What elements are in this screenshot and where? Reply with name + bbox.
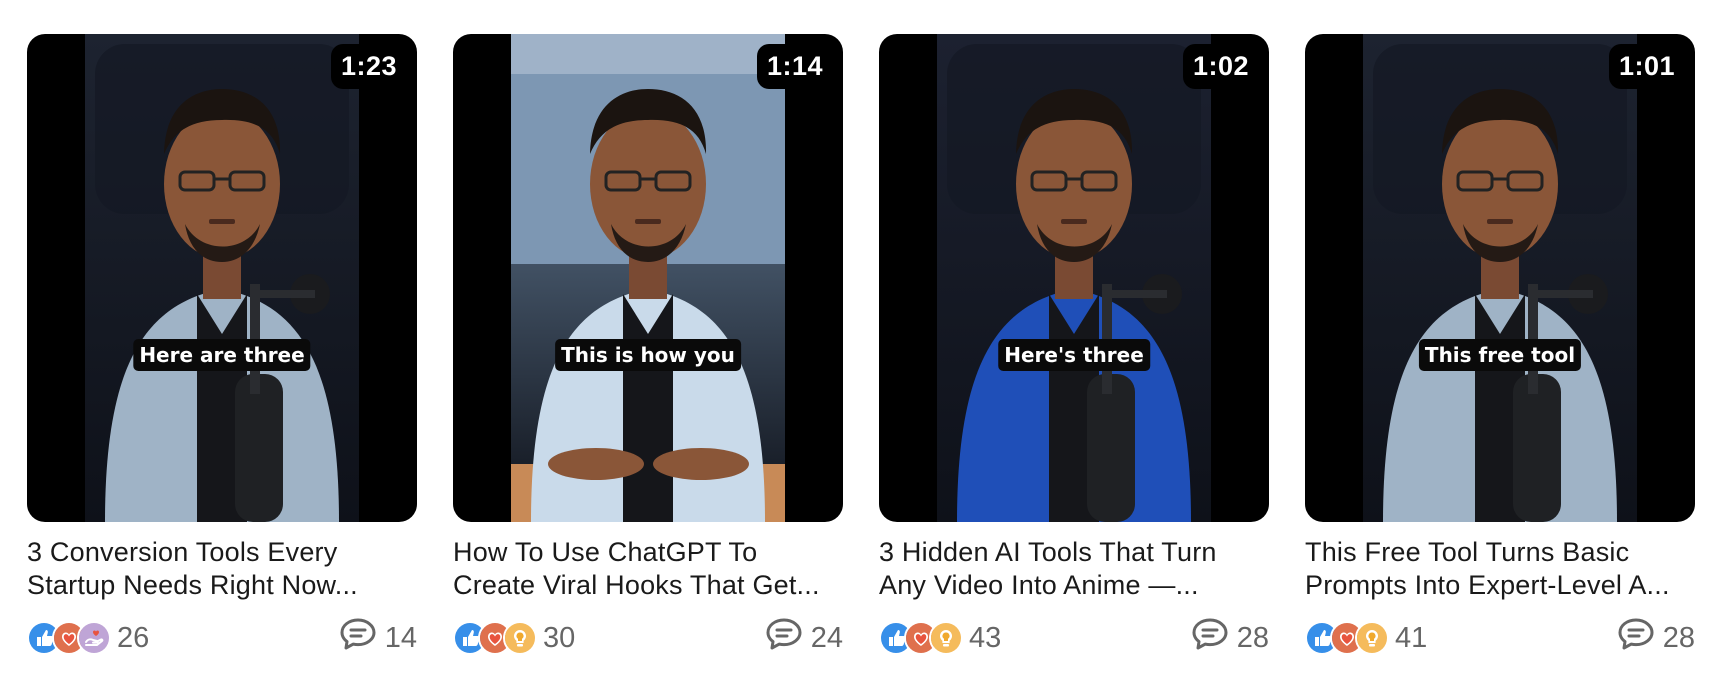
- insightful-icon: [929, 621, 963, 655]
- reaction-icons: [453, 621, 537, 655]
- video-thumbnail[interactable]: 1:23 Here are three: [27, 34, 417, 522]
- reaction-icons: [879, 621, 963, 655]
- comment-count: 28: [1236, 621, 1269, 654]
- video-caption: This is how you: [555, 339, 741, 371]
- video-card[interactable]: 1:02 Here's three 3 Hidden AI Tools That…: [879, 34, 1269, 656]
- video-frame: [937, 34, 1211, 522]
- comment-icon: [1617, 617, 1663, 659]
- reaction-count: 26: [117, 621, 150, 654]
- video-title[interactable]: 3 Hidden AI Tools That Turn Any Video In…: [879, 536, 1269, 602]
- video-title[interactable]: This Free Tool Turns Basic Prompts Into …: [1305, 536, 1695, 602]
- engagement-bar: 26 14: [27, 617, 417, 659]
- reactions-summary[interactable]: 26: [27, 621, 149, 655]
- comments-summary[interactable]: 14: [339, 617, 417, 659]
- reactions-summary[interactable]: 41: [1305, 621, 1427, 655]
- reactions-summary[interactable]: 30: [453, 621, 575, 655]
- comment-icon: [765, 617, 811, 659]
- duration-badge: 1:02: [1182, 44, 1259, 89]
- insightful-icon: [1355, 621, 1389, 655]
- video-caption: Here's three: [998, 339, 1150, 371]
- engagement-bar: 41 28: [1305, 617, 1695, 659]
- engagement-bar: 30 24: [453, 617, 843, 659]
- engagement-bar: 43 28: [879, 617, 1269, 659]
- video-caption: Here are three: [133, 339, 311, 371]
- video-frame: [1363, 34, 1637, 522]
- comments-summary[interactable]: 24: [765, 617, 843, 659]
- video-card[interactable]: 1:23 Here are three 3 Conversion Tools E…: [27, 34, 417, 656]
- reactions-summary[interactable]: 43: [879, 621, 1001, 655]
- video-card[interactable]: 1:14 This is how you How To Use ChatGPT …: [453, 34, 843, 656]
- video-title[interactable]: How To Use ChatGPT To Create Viral Hooks…: [453, 536, 843, 602]
- duration-badge: 1:23: [330, 44, 407, 89]
- reaction-icons: [1305, 621, 1389, 655]
- comments-summary[interactable]: 28: [1191, 617, 1269, 659]
- video-thumbnail[interactable]: 1:01 This free tool: [1305, 34, 1695, 522]
- insightful-icon: [503, 621, 537, 655]
- video-thumbnail[interactable]: 1:14 This is how you: [453, 34, 843, 522]
- video-frame: [511, 34, 785, 522]
- reaction-icons: [27, 621, 111, 655]
- reaction-count: 30: [543, 621, 576, 654]
- video-thumbnail[interactable]: 1:02 Here's three: [879, 34, 1269, 522]
- comment-count: 14: [384, 621, 417, 654]
- video-grid: 1:23 Here are three 3 Conversion Tools E…: [0, 0, 1722, 684]
- comment-count: 24: [810, 621, 843, 654]
- video-frame: [85, 34, 359, 522]
- duration-badge: 1:01: [1608, 44, 1685, 89]
- duration-badge: 1:14: [756, 44, 833, 89]
- reaction-count: 43: [969, 621, 1002, 654]
- comment-icon: [1191, 617, 1237, 659]
- reaction-count: 41: [1395, 621, 1428, 654]
- video-card[interactable]: 1:01 This free tool This Free Tool Turns…: [1305, 34, 1695, 656]
- support-icon: [77, 621, 111, 655]
- comment-count: 28: [1662, 621, 1695, 654]
- video-caption: This free tool: [1418, 339, 1582, 371]
- comments-summary[interactable]: 28: [1617, 617, 1695, 659]
- comment-icon: [339, 617, 385, 659]
- video-title[interactable]: 3 Conversion Tools Every Startup Needs R…: [27, 536, 417, 602]
